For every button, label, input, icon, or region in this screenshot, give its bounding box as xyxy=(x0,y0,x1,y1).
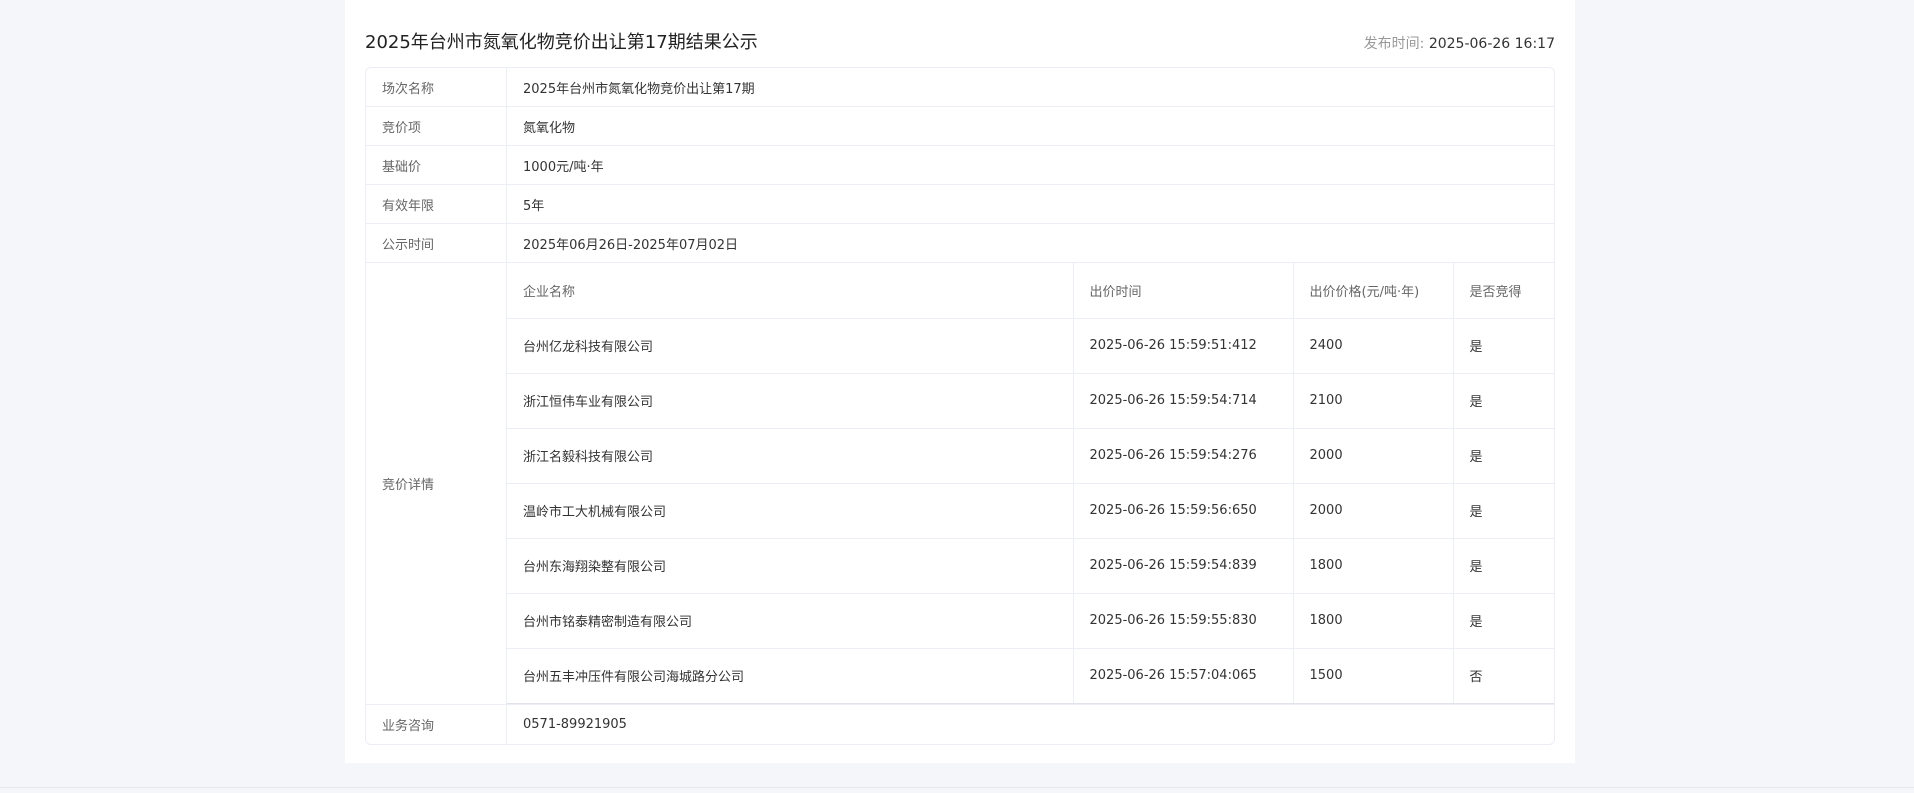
info-row-consult: 业务咨询 0571-89921905 xyxy=(366,704,1554,744)
info-label: 有效年限 xyxy=(366,185,507,224)
bid-price: 2000 xyxy=(1293,483,1454,539)
table-row: 浙江恒伟车业有限公司 2025-06-26 15:59:54:714 2100 … xyxy=(507,373,1554,429)
notice-header: 2025年台州市氮氧化物竞价出让第17期结果公示 发布时间: 2025-06-2… xyxy=(365,30,1555,60)
bid-time: 2025-06-26 15:59:54:276 xyxy=(1073,428,1294,484)
bid-price: 1500 xyxy=(1293,648,1454,704)
info-label: 基础价 xyxy=(366,146,507,185)
bid-details-cell: 企业名称 出价时间 出价价格(元/吨·年) 是否竞得 台州亿龙科技有限公司 20… xyxy=(507,263,1554,705)
won-status: 否 xyxy=(1453,648,1554,704)
company-name: 台州东海翔染整有限公司 xyxy=(507,538,1074,594)
info-row-session: 场次名称 2025年台州市氮氧化物竞价出让第17期 xyxy=(366,68,1554,107)
bid-price: 2000 xyxy=(1293,428,1454,484)
info-value: 2025年台州市氮氧化物竞价出让第17期 xyxy=(507,68,1554,107)
info-value: 5年 xyxy=(507,185,1554,224)
info-value: 2025年06月26日-2025年07月02日 xyxy=(507,224,1554,263)
info-value: 1000元/吨·年 xyxy=(507,146,1554,185)
bid-time: 2025-06-26 15:59:54:714 xyxy=(1073,373,1294,429)
info-row-base-price: 基础价 1000元/吨·年 xyxy=(366,146,1554,185)
company-name: 台州五丰冲压件有限公司海城路分公司 xyxy=(507,648,1074,704)
company-name: 台州市铭泰精密制造有限公司 xyxy=(507,593,1074,649)
publish-time-label: 发布时间: xyxy=(1363,36,1425,52)
info-row-bid-details: 竞价详情 企业名称 出价时间 出价价格(元/吨·年) 是否竞得 台州亿龙科技有限… xyxy=(366,263,1554,705)
company-name: 温岭市工大机械有限公司 xyxy=(507,483,1074,539)
publish-time-value: 2025-06-26 16:17 xyxy=(1428,36,1555,52)
won-status: 是 xyxy=(1453,538,1554,594)
bid-time: 2025-06-26 15:59:54:839 xyxy=(1073,538,1294,594)
won-status: 是 xyxy=(1453,318,1554,374)
bid-table-header: 企业名称 出价时间 出价价格(元/吨·年) 是否竞得 xyxy=(507,263,1554,319)
page-title: 2025年台州市氮氧化物竞价出让第17期结果公示 xyxy=(365,32,758,53)
bid-price: 2100 xyxy=(1293,373,1454,429)
won-status: 是 xyxy=(1453,428,1554,484)
won-status: 是 xyxy=(1453,593,1554,649)
bid-price: 1800 xyxy=(1293,538,1454,594)
bid-time: 2025-06-26 15:59:51:412 xyxy=(1073,318,1294,374)
won-status: 是 xyxy=(1453,483,1554,539)
table-row: 台州五丰冲压件有限公司海城路分公司 2025-06-26 15:57:04:06… xyxy=(507,648,1554,704)
bid-price: 1800 xyxy=(1293,593,1454,649)
bid-time: 2025-06-26 15:57:04:065 xyxy=(1073,648,1294,704)
header-won: 是否竞得 xyxy=(1453,263,1554,319)
header-bid-time: 出价时间 xyxy=(1073,263,1294,319)
publish-time: 发布时间: 2025-06-26 16:17 xyxy=(1364,33,1555,55)
info-row-item: 竞价项 氮氧化物 xyxy=(366,107,1554,146)
info-value: 氮氧化物 xyxy=(507,107,1554,146)
table-row: 台州市铭泰精密制造有限公司 2025-06-26 15:59:55:830 18… xyxy=(507,593,1554,649)
won-status: 是 xyxy=(1453,373,1554,429)
table-row: 浙江名毅科技有限公司 2025-06-26 15:59:54:276 2000 … xyxy=(507,428,1554,484)
bid-time: 2025-06-26 15:59:56:650 xyxy=(1073,483,1294,539)
bid-time: 2025-06-26 15:59:55:830 xyxy=(1073,593,1294,649)
header-bid-price: 出价价格(元/吨·年) xyxy=(1293,263,1454,319)
company-name: 浙江名毅科技有限公司 xyxy=(507,428,1074,484)
table-row: 台州亿龙科技有限公司 2025-06-26 15:59:51:412 2400 … xyxy=(507,318,1554,374)
table-row: 温岭市工大机械有限公司 2025-06-26 15:59:56:650 2000… xyxy=(507,483,1554,539)
bid-details-table: 企业名称 出价时间 出价价格(元/吨·年) 是否竞得 台州亿龙科技有限公司 20… xyxy=(507,263,1554,704)
footer-divider xyxy=(0,787,1914,788)
company-name: 浙江恒伟车业有限公司 xyxy=(507,373,1074,429)
info-label: 场次名称 xyxy=(366,68,507,107)
consult-phone: 0571-89921905 xyxy=(523,716,627,732)
bid-price: 2400 xyxy=(1293,318,1454,374)
company-name: 台州亿龙科技有限公司 xyxy=(507,318,1074,374)
header-company: 企业名称 xyxy=(507,263,1074,319)
table-row: 台州东海翔染整有限公司 2025-06-26 15:59:54:839 1800… xyxy=(507,538,1554,594)
info-row-publicity-period: 公示时间 2025年06月26日-2025年07月02日 xyxy=(366,224,1554,263)
notice-info-table: 场次名称 2025年台州市氮氧化物竞价出让第17期 竞价项 氮氧化物 基础价 1… xyxy=(365,67,1555,745)
info-label: 竞价项 xyxy=(366,107,507,146)
info-label: 业务咨询 xyxy=(366,704,507,744)
info-label: 竞价详情 xyxy=(366,263,507,705)
info-row-validity: 有效年限 5年 xyxy=(366,185,1554,224)
info-label: 公示时间 xyxy=(366,224,507,263)
